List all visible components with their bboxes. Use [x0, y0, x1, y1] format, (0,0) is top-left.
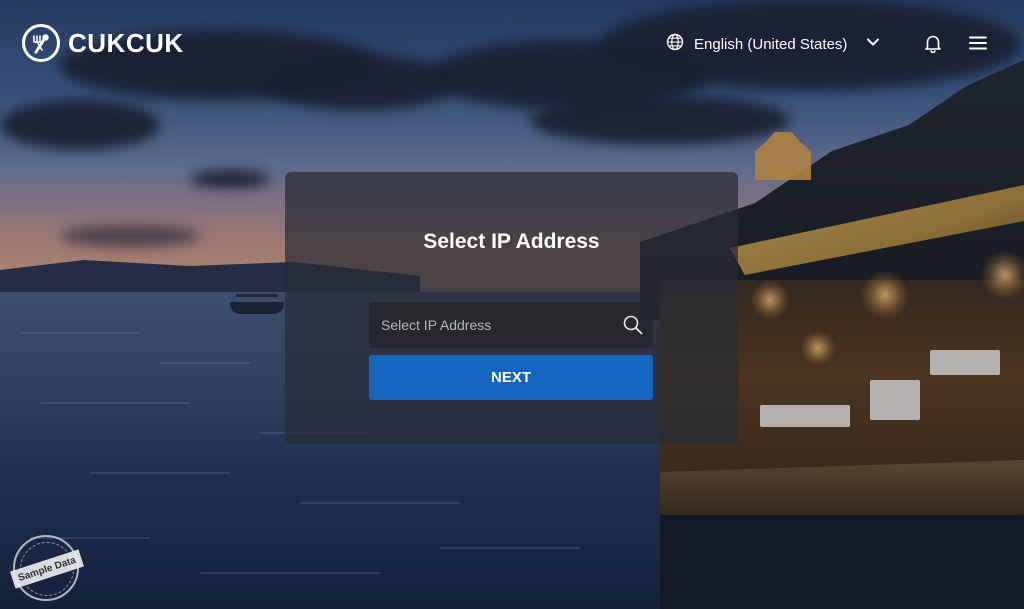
next-button[interactable]: NEXT — [369, 355, 653, 400]
logo-text: CUKCUK — [68, 27, 184, 58]
ip-address-search-box[interactable] — [369, 302, 653, 348]
top-bar: CUKCUK English (United States) — [0, 0, 1024, 86]
app-logo[interactable]: CUKCUK — [22, 24, 184, 62]
select-ip-dialog: Select IP Address NEXT — [285, 172, 738, 444]
sample-data-stamp: Sample Data — [9, 535, 85, 601]
search-icon[interactable] — [613, 302, 653, 348]
chevron-down-icon[interactable] — [865, 34, 881, 54]
menu-icon[interactable] — [966, 31, 990, 55]
ip-address-input[interactable] — [369, 302, 613, 348]
globe-icon — [666, 33, 684, 55]
language-label: English (United States) — [694, 35, 848, 53]
language-selector[interactable]: English (United States) — [666, 33, 881, 55]
bell-icon[interactable] — [921, 31, 945, 55]
dialog-title: Select IP Address — [423, 230, 600, 253]
stamp-label: Sample Data — [9, 549, 85, 589]
fork-spoon-icon — [22, 24, 60, 62]
